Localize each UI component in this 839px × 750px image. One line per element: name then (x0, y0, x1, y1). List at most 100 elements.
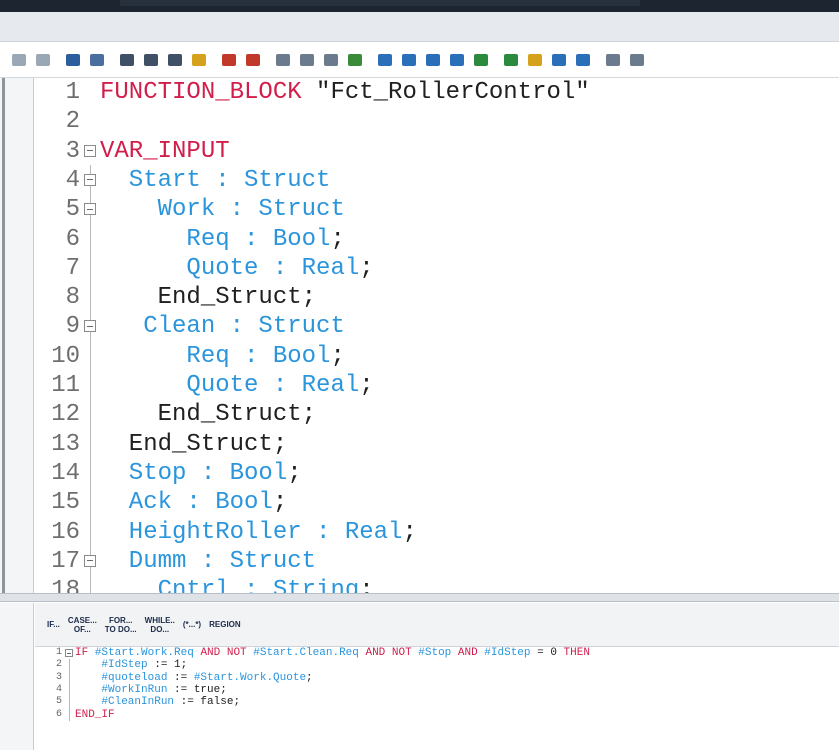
fold-toggle-icon[interactable] (84, 554, 96, 567)
step-over-button[interactable] (398, 49, 420, 71)
code-line[interactable]: 12 End_Struct; (35, 400, 839, 429)
snippet-button[interactable]: (*...*) (183, 620, 201, 629)
code-text: IF #Start.Work.Req AND NOT #Start.Clean.… (75, 647, 590, 659)
code-line[interactable]: 8 End_Struct; (35, 283, 839, 312)
code-text: #CleanInRun := false; (75, 696, 240, 708)
left-panel-bar[interactable] (2, 78, 5, 593)
line-number: 12 (51, 401, 80, 429)
code-token: Start : Struct (100, 166, 331, 194)
code-token: Cntrl : String (100, 577, 360, 593)
code-token: ; (272, 489, 288, 517)
code-token: AND NOT (200, 647, 254, 659)
code-line[interactable]: 6 Req : Bool; (35, 225, 839, 254)
add-watch-button[interactable] (218, 49, 240, 71)
line-number: 11 (51, 372, 80, 399)
code-line[interactable]: 16 HeightRoller : Real; (35, 518, 839, 547)
declaration-editor[interactable]: 1 FUNCTION_BLOCK "Fct_RollerControl" 2 3 VAR… (35, 78, 839, 593)
comment-button[interactable] (272, 49, 294, 71)
line-number: 9 (65, 313, 80, 341)
line-number: 18 (51, 577, 80, 593)
next-button[interactable] (572, 49, 594, 71)
bookmark-toggle-button[interactable] (446, 49, 468, 71)
code-token: ; (402, 518, 417, 546)
highlight-button[interactable] (188, 49, 210, 71)
code-line[interactable]: 14 Stop : Bool; (35, 459, 839, 488)
instance-button[interactable] (164, 49, 186, 71)
code-token: ; (359, 577, 374, 593)
connection-button[interactable] (602, 49, 624, 71)
code-text: HeightRoller : Real; (100, 518, 417, 547)
step-out-icon (426, 53, 440, 66)
fold-toggle-icon[interactable] (84, 320, 96, 333)
snippet-button[interactable]: FOR... TO DO... (105, 616, 137, 634)
code-token: End_Struct; (100, 430, 288, 458)
title-bar-text-area (120, 0, 640, 6)
remove-watch-button[interactable] (242, 49, 264, 71)
code-token: ; (287, 459, 302, 487)
more-button[interactable] (626, 49, 648, 71)
editor-toolbar (0, 42, 839, 78)
instance-icon (168, 53, 182, 66)
code-line[interactable]: 15 Ack : Bool; (35, 488, 839, 517)
snippet-button[interactable]: WHILE.. DO... (145, 616, 175, 634)
uncomment-icon (300, 53, 314, 66)
code-line[interactable]: 1 FUNCTION_BLOCK "Fct_RollerControl" (35, 78, 839, 107)
code-line[interactable]: 10 Req : Bool; (35, 342, 839, 371)
fold-toggle-icon[interactable] (84, 203, 96, 216)
align-icon (324, 53, 338, 66)
snippet-button[interactable]: REGION (209, 620, 241, 629)
insert-block-button[interactable] (62, 49, 84, 71)
code-token: End_Struct; (100, 401, 317, 429)
monitor-button[interactable] (344, 49, 366, 71)
code-line[interactable]: 4 Start : Struct (35, 166, 839, 195)
table-button[interactable] (140, 49, 162, 71)
step-out-button[interactable] (422, 49, 444, 71)
code-token: ; (359, 254, 374, 282)
code-line[interactable]: 3 VAR_INPUT (35, 137, 839, 166)
snippet-button[interactable]: CASE... OF... (68, 616, 97, 634)
code-line[interactable]: 6 END_IF (35, 709, 839, 721)
code-token: Clean : Struct (100, 313, 345, 341)
line-number: 15 (51, 489, 80, 517)
step-in-button[interactable] (374, 49, 396, 71)
code-token: VAR_INPUT (100, 137, 230, 165)
code-line[interactable]: 5 Work : Struct (35, 195, 839, 224)
bookmark-prev-button[interactable] (470, 49, 492, 71)
code-line[interactable]: 2 #IdStep := 1; (35, 659, 839, 671)
fold-toggle-icon[interactable] (84, 144, 96, 157)
editor-splitter[interactable] (0, 593, 839, 602)
code-token: ; (306, 671, 313, 684)
code-text: #WorkInRun := true; (75, 684, 226, 696)
code-line[interactable]: 3 #quoteload := #Start.Work.Quote; (35, 672, 839, 684)
snippet-button[interactable]: IF... (47, 620, 60, 629)
code-text: Clean : Struct (100, 312, 345, 341)
code-line[interactable]: 17 Dumm : Struct (35, 547, 839, 576)
align-button[interactable] (320, 49, 342, 71)
code-line[interactable]: 11 Quote : Real; (35, 371, 839, 400)
bookmark-clear-button[interactable] (524, 49, 546, 71)
monitor-icon (348, 53, 362, 66)
code-token: #Start.Work.Req (94, 647, 201, 659)
code-line[interactable]: 9 Clean : Struct (35, 312, 839, 341)
code-line[interactable]: 4 #WorkInRun := true; (35, 684, 839, 696)
step-in-icon (378, 53, 392, 66)
code-token: #Start.Clean.Req (253, 647, 366, 659)
program-editor[interactable]: 1 IF #Start.Work.Req AND NOT #Start.Clean… (35, 647, 839, 750)
bookmark-next-button[interactable] (500, 49, 522, 71)
code-token: AND NOT (365, 647, 419, 659)
outdent-button[interactable] (32, 49, 54, 71)
code-line[interactable]: 5 #CleanInRun := false; (35, 696, 839, 708)
code-line[interactable]: 2 (35, 107, 839, 136)
list-button[interactable] (116, 49, 138, 71)
previous-button[interactable] (548, 49, 570, 71)
code-token: Ack : Bool (100, 489, 273, 517)
indent-button[interactable] (8, 49, 30, 71)
fold-toggle-icon[interactable] (65, 649, 73, 657)
uncomment-button[interactable] (296, 49, 318, 71)
code-line[interactable]: 18 Cntrl : String; (35, 576, 839, 593)
code-line[interactable]: 1 IF #Start.Work.Req AND NOT #Start.Clean… (35, 647, 839, 659)
code-line[interactable]: 7 Quote : Real; (35, 254, 839, 283)
fold-toggle-icon[interactable] (84, 173, 96, 186)
code-line[interactable]: 13 End_Struct; (35, 430, 839, 459)
variable-button[interactable] (86, 49, 108, 71)
